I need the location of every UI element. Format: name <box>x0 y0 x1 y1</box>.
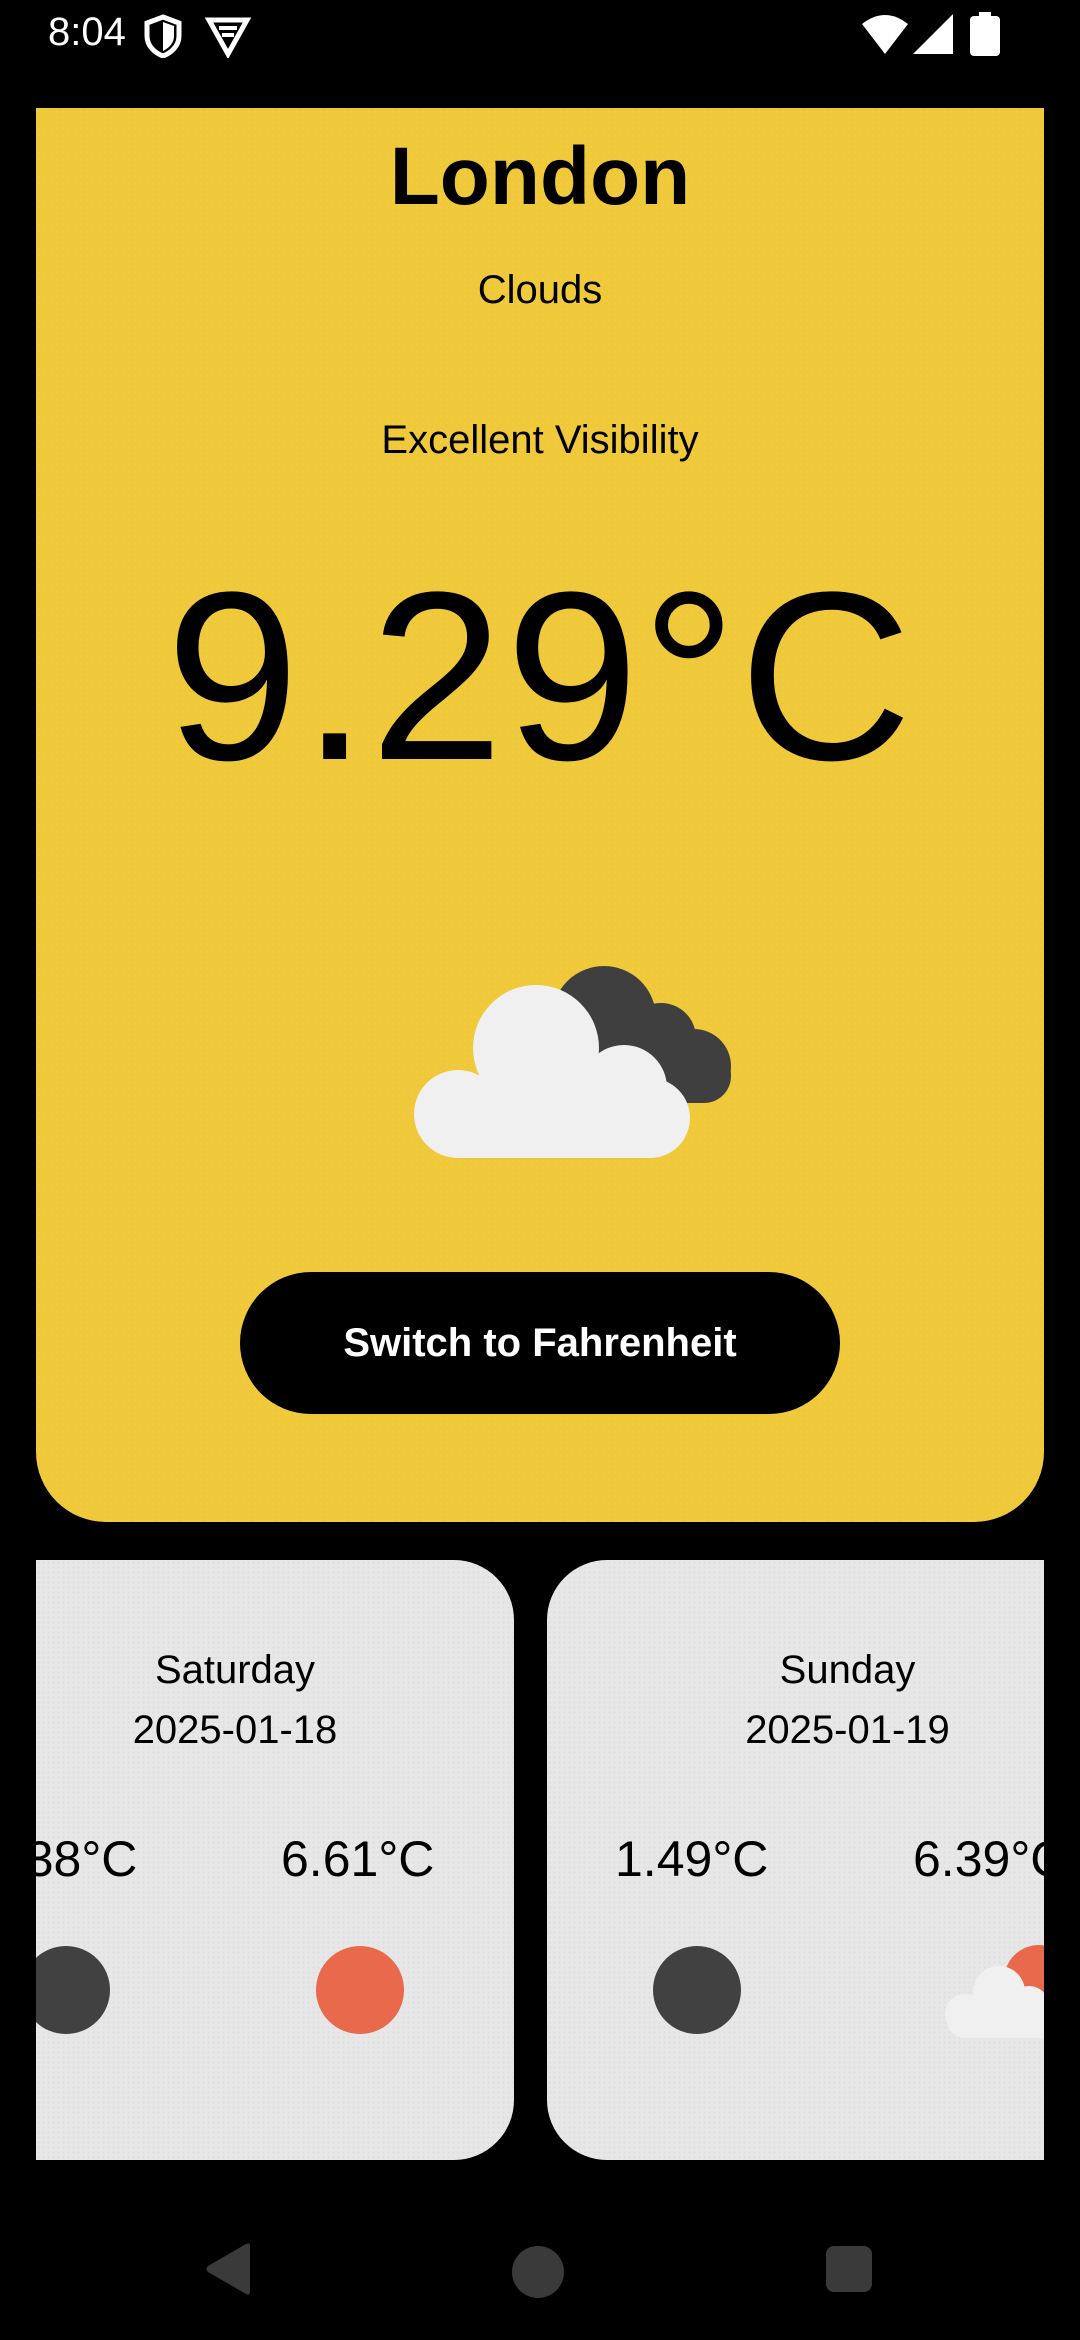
signal-icon <box>913 14 953 54</box>
battery-icon <box>970 12 1000 56</box>
city-name: London <box>389 131 691 222</box>
visibility-text: Excellent Visibility <box>381 418 699 462</box>
cloud-with-dark-cloud-icon <box>414 966 731 1158</box>
forecast-high-temp: 6.39°C <box>913 1831 1044 1887</box>
forecast-card[interactable]: Saturday 2025-01-18 1.38°C 6.61°C <box>36 1560 514 2160</box>
forecast-day: Sunday <box>779 1648 916 1692</box>
status-time: 8:04 <box>48 10 126 54</box>
home-icon[interactable] <box>512 2246 564 2298</box>
weather-condition: Clouds <box>477 268 603 312</box>
current-temperature: 9.29°C <box>165 542 915 810</box>
dark-moon-icon <box>36 1946 110 2034</box>
forecast-carousel[interactable]: Saturday 2025-01-18 1.38°C 6.61°C Sunday… <box>36 1560 1044 2160</box>
sun-icon <box>316 1946 404 2034</box>
current-weather-card: London Clouds Excellent Visibility 9.29°… <box>36 108 1044 1522</box>
navigation-bar <box>0 2190 1080 2340</box>
vpn-icon <box>205 17 251 58</box>
forecast-low-temp: 1.49°C <box>615 1831 769 1887</box>
dark-moon-icon <box>653 1946 741 2034</box>
switch-unit-button[interactable]: Switch to Fahrenheit <box>240 1272 840 1414</box>
forecast-date: 2025-01-19 <box>745 1708 950 1752</box>
forecast-low-temp: 1.38°C <box>36 1831 138 1887</box>
status-bar: 8:04 <box>0 0 1080 72</box>
shield-icon <box>144 14 182 58</box>
forecast-day: Saturday <box>154 1648 316 1692</box>
forecast-card[interactable]: Sunday 2025-01-19 1.49°C 6.39°C <box>547 1560 1044 2160</box>
sun-behind-cloud-icon <box>945 1945 1044 2038</box>
forecast-date: 2025-01-18 <box>132 1708 338 1752</box>
forecast-high-temp: 6.61°C <box>281 1831 435 1887</box>
wifi-icon <box>862 15 908 54</box>
back-icon[interactable] <box>203 2242 253 2296</box>
recents-icon[interactable] <box>826 2246 872 2292</box>
